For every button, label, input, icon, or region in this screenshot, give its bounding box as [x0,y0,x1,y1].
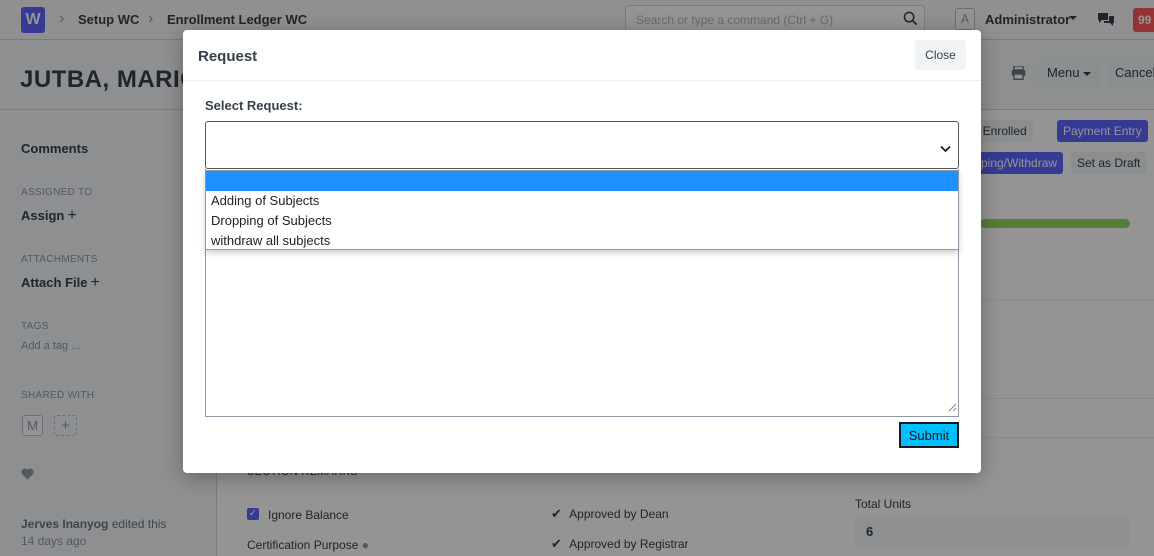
option-adding-subjects[interactable]: Adding of Subjects [206,191,958,211]
chevron-down-icon [940,141,951,156]
request-dialog: Request Close Select Request: Adding of … [183,30,981,473]
option-withdraw-all[interactable]: withdraw all subjects [206,231,958,251]
dialog-title: Request [198,48,258,65]
option-blank[interactable] [206,171,958,191]
request-select[interactable] [205,121,959,169]
resize-handle-icon[interactable] [948,400,957,415]
option-dropping-subjects[interactable]: Dropping of Subjects [206,211,958,231]
submit-button[interactable]: Submit [899,422,959,448]
select-request-label: Select Request: [205,98,303,113]
dialog-header: Request Close [183,30,981,81]
request-options-list: Adding of Subjects Dropping of Subjects … [205,170,959,250]
close-button[interactable]: Close [915,40,966,70]
